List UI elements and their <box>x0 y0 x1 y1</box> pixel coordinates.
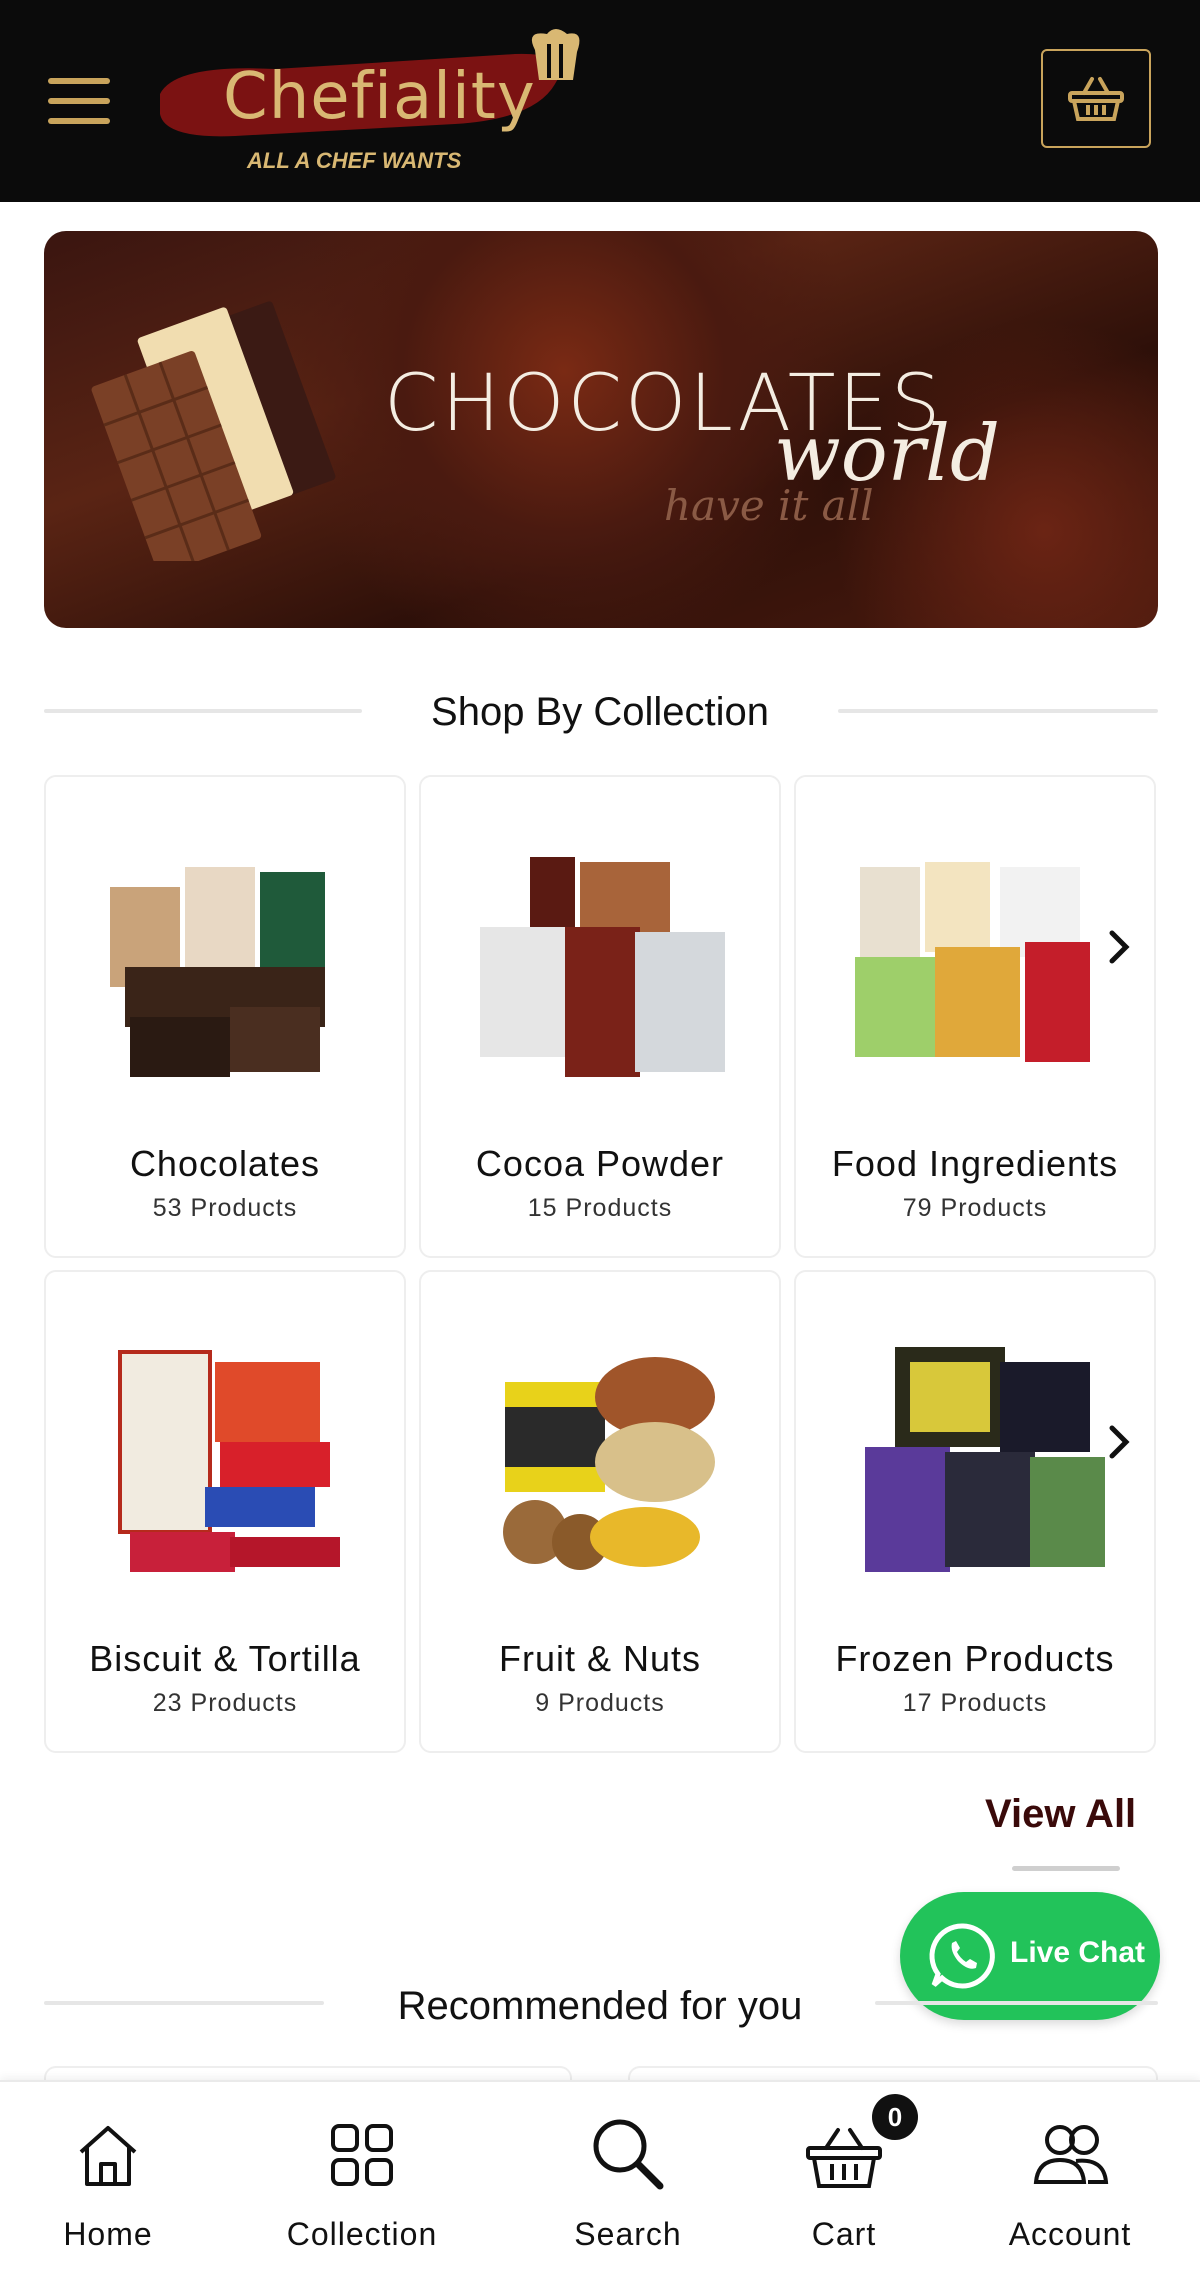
food-ingredients-product-image <box>855 862 1090 1062</box>
brand-name: Chefiality <box>223 60 536 134</box>
collection-name: Cocoa Powder <box>475 1143 725 1184</box>
section-title-recommended: Recommended for you <box>397 1984 803 2028</box>
collection-card-chocolates[interactable]: Chocolates 53 Products <box>44 775 406 1258</box>
collection-count: 23 Products <box>152 1689 298 1717</box>
section-title-collections: Shop By Collection <box>431 690 769 734</box>
chocolates-product-image <box>110 867 325 1077</box>
nav-collection[interactable]: Collection <box>262 2082 462 2284</box>
chevron-right-icon[interactable] <box>1098 927 1138 967</box>
nav-account[interactable]: Account <box>990 2082 1150 2284</box>
bottom-navigation: Home Collection Search Cart Account <box>0 2080 1200 2284</box>
biscuit-tortilla-product-image <box>118 1350 340 1572</box>
nav-label: Cart <box>811 2216 877 2252</box>
nav-label: Home <box>63 2216 153 2252</box>
header-cart-button[interactable] <box>1041 49 1151 148</box>
collection-name: Fruit & Nuts <box>498 1638 702 1679</box>
collection-name: Biscuit & Tortilla <box>89 1638 361 1679</box>
whatsapp-icon <box>929 1923 995 1989</box>
collection-count: 15 Products <box>527 1194 673 1222</box>
banner-tagline: have it all <box>664 481 874 530</box>
nav-search[interactable]: Search <box>548 2082 708 2284</box>
users-icon <box>1033 2125 1109 2184</box>
collection-card-biscuit-tortilla[interactable]: Biscuit & Tortilla 23 Products <box>44 1270 406 1753</box>
basket-icon <box>1068 77 1124 121</box>
nav-label: Collection <box>286 2216 438 2252</box>
grid-icon <box>331 2124 393 2186</box>
view-all-link[interactable]: View All <box>985 1792 1136 1837</box>
collection-count: 53 Products <box>152 1194 298 1222</box>
collection-count: 17 Products <box>902 1689 1048 1717</box>
collection-name: Frozen Products <box>835 1638 1115 1679</box>
chevron-right-icon[interactable] <box>1098 1422 1138 1462</box>
collection-card-cocoa-powder[interactable]: Cocoa Powder 15 Products <box>419 775 781 1258</box>
cart-icon <box>806 2128 882 2188</box>
collection-card-frozen-products[interactable]: Frozen Products 17 Products <box>794 1270 1156 1753</box>
nav-label: Search <box>574 2216 682 2252</box>
app-header: Chefiality ALL A CHEF WANTS <box>0 0 1200 202</box>
frozen-products-product-image <box>865 1347 1105 1572</box>
collection-count: 9 Products <box>535 1689 665 1717</box>
home-icon <box>79 2126 137 2186</box>
nav-home[interactable]: Home <box>28 2082 188 2284</box>
collection-card-food-ingredients[interactable]: Food Ingredients 79 Products <box>794 775 1156 1258</box>
cocoa-powder-product-image <box>480 857 725 1077</box>
promo-banner[interactable]: CHOCOLATES world have it all <box>44 231 1158 628</box>
nav-label: Account <box>1008 2216 1132 2252</box>
chocolate-bars-image <box>91 301 336 561</box>
brand-logo[interactable]: Chefiality ALL A CHEF WANTS <box>155 24 605 184</box>
live-chat-label: Live Chat <box>1010 1936 1146 1969</box>
collection-card-fruit-nuts[interactable]: Fruit & Nuts 9 Products <box>419 1270 781 1753</box>
hamburger-menu-icon[interactable] <box>48 78 110 124</box>
view-all-underline <box>1012 1866 1120 1871</box>
fruit-nuts-product-image <box>503 1357 715 1570</box>
brand-tagline: ALL A CHEF WANTS <box>247 148 462 173</box>
collection-name: Chocolates <box>129 1143 321 1184</box>
search-icon <box>593 2119 664 2190</box>
collection-name: Food Ingredients <box>831 1143 1119 1184</box>
cart-count-badge: 0 <box>872 2094 918 2140</box>
collection-count: 79 Products <box>902 1194 1048 1222</box>
